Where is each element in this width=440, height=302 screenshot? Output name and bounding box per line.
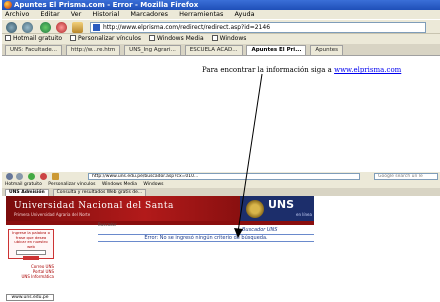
site-search-label: Ingrese la palabra o frase que desea ubi…	[12, 230, 50, 249]
site-search-button[interactable]	[23, 256, 39, 260]
bookmark-windows[interactable]: Windows	[143, 182, 163, 187]
site-search-box: Ingrese la palabra o frase que desea ubi…	[8, 229, 54, 260]
back-icon[interactable]	[6, 173, 13, 180]
address-bar[interactable]: http://www.elprisma.com/redirect/redirec…	[90, 22, 426, 33]
bookmark-hotmail[interactable]: Hotmail gratuito	[5, 34, 62, 44]
tab-apuntes[interactable]: Apuntes	[310, 45, 344, 55]
tab-apuntes-active[interactable]: Apuntes El Pri...	[246, 45, 307, 55]
redirect-message: Para encontrar la información siga a www…	[202, 66, 401, 74]
menu-archivo[interactable]: Archivo	[5, 10, 29, 18]
bookmark-hotmail[interactable]: Hotmail gratuito	[5, 182, 42, 187]
search-input[interactable]: Google search un le	[374, 173, 438, 180]
window-title-bar: Apuntes El Prisma.com - Error - Mozilla …	[2, 0, 440, 10]
menu-editar[interactable]: Editar	[40, 10, 59, 18]
tab-strip: UNS Admisión Consulta y resultados Web g…	[2, 188, 440, 196]
reload-icon[interactable]	[28, 173, 35, 180]
uns-logo-text: UNS	[268, 198, 295, 211]
stop-icon[interactable]	[40, 173, 47, 180]
side-links: Correo UNS Portal UNS UNS Informática	[8, 264, 54, 279]
stop-icon[interactable]	[56, 22, 67, 33]
bookmarks-toolbar: Hotmail gratuito Personalizar vínculos W…	[2, 181, 440, 188]
bookmark-windows[interactable]: Windows	[211, 34, 246, 44]
banner-strip	[6, 221, 314, 225]
address-bar[interactable]: http://www.uns.edu.pe/buscador.asp?cx=01…	[88, 173, 360, 180]
browser-window-uns: http://www.uns.edu.pe/buscador.asp?cx=01…	[2, 172, 440, 302]
page-content: Para encontrar la información siga a www…	[2, 56, 440, 88]
tab-escuela-acad[interactable]: ESCUELA ACAD...	[184, 45, 243, 55]
bookmark-windows-media[interactable]: Windows Media	[148, 34, 204, 44]
forward-icon[interactable]	[16, 173, 23, 180]
reload-icon[interactable]	[40, 22, 51, 33]
search-error-message: Error: No se ingresó ningún criterio de …	[98, 234, 314, 242]
bookmark-icon	[211, 35, 218, 41]
bookmark-icon	[5, 35, 11, 41]
redirect-text: Para encontrar la información siga a	[202, 66, 335, 74]
buscador-heading: Buscador UNS	[242, 227, 278, 233]
bookmark-personalizar[interactable]: Personalizar vínculos	[48, 182, 95, 187]
tab-uns-admision[interactable]: UNS Admisión	[5, 189, 49, 196]
tab-strip: UNS: Facultade... http://w...re.htm UNS_…	[2, 44, 440, 56]
firefox-logo-icon	[4, 1, 12, 9]
bookmark-icon	[148, 35, 155, 41]
tab-consulta[interactable]: Consulta y resultados Web gratis de...	[52, 189, 147, 196]
uns-logo-box: UNS en línea	[240, 196, 314, 221]
address-url: http://www.elprisma.com/redirect/redirec…	[103, 24, 271, 31]
bookmark-personalizar[interactable]: Personalizar vínculos	[70, 34, 141, 44]
home-icon[interactable]	[52, 173, 59, 180]
menu-ver[interactable]: Ver	[71, 10, 82, 18]
link-uns-informatica[interactable]: UNS Informática	[8, 274, 54, 279]
uns-online-text: en línea	[296, 212, 312, 217]
back-icon[interactable]	[6, 22, 17, 33]
banner-title: Universidad Nacional del Santa	[14, 201, 174, 211]
web-address-badge: www.uns.edu.pe	[6, 294, 54, 301]
tab-uns-facultade[interactable]: UNS: Facultade...	[5, 45, 62, 55]
navigation-toolbar: http://www.uns.edu.pe/buscador.asp?cx=01…	[2, 172, 440, 181]
site-search-field[interactable]	[16, 250, 46, 255]
navigation-toolbar: http://www.elprisma.com/redirect/redirec…	[2, 19, 440, 34]
breadcrumb: Buscador	[98, 222, 117, 227]
menu-herramientas[interactable]: Herramientas	[179, 10, 223, 18]
browser-window-elprisma: Apuntes El Prisma.com - Error - Mozilla …	[2, 0, 440, 88]
home-icon[interactable]	[72, 22, 83, 33]
bookmark-windows-media[interactable]: Windows Media	[102, 182, 137, 187]
bookmark-icon	[70, 35, 77, 41]
menu-marcadores[interactable]: Marcadores	[130, 10, 168, 18]
menu-ayuda[interactable]: Ayuda	[235, 10, 255, 18]
elprisma-link[interactable]: www.elprisma.com	[334, 66, 401, 74]
menu-bar: Archivo Editar Ver Historial Marcadores …	[2, 10, 440, 19]
uns-seal-icon	[246, 200, 264, 218]
bookmarks-toolbar: Hotmail gratuito Personalizar vínculos W…	[2, 34, 440, 44]
tab-uns-ing-agrari[interactable]: UNS_Ing Agrari...	[124, 45, 181, 55]
window-title: Apuntes El Prisma.com - Error - Mozilla …	[14, 1, 199, 9]
tab-http-re[interactable]: http://w...re.htm	[65, 45, 121, 55]
forward-icon[interactable]	[22, 22, 33, 33]
menu-historial[interactable]: Historial	[92, 10, 119, 18]
site-favicon-icon	[93, 24, 100, 31]
banner-subtitle: Primera Universidad Agraria del Norte	[14, 212, 91, 217]
